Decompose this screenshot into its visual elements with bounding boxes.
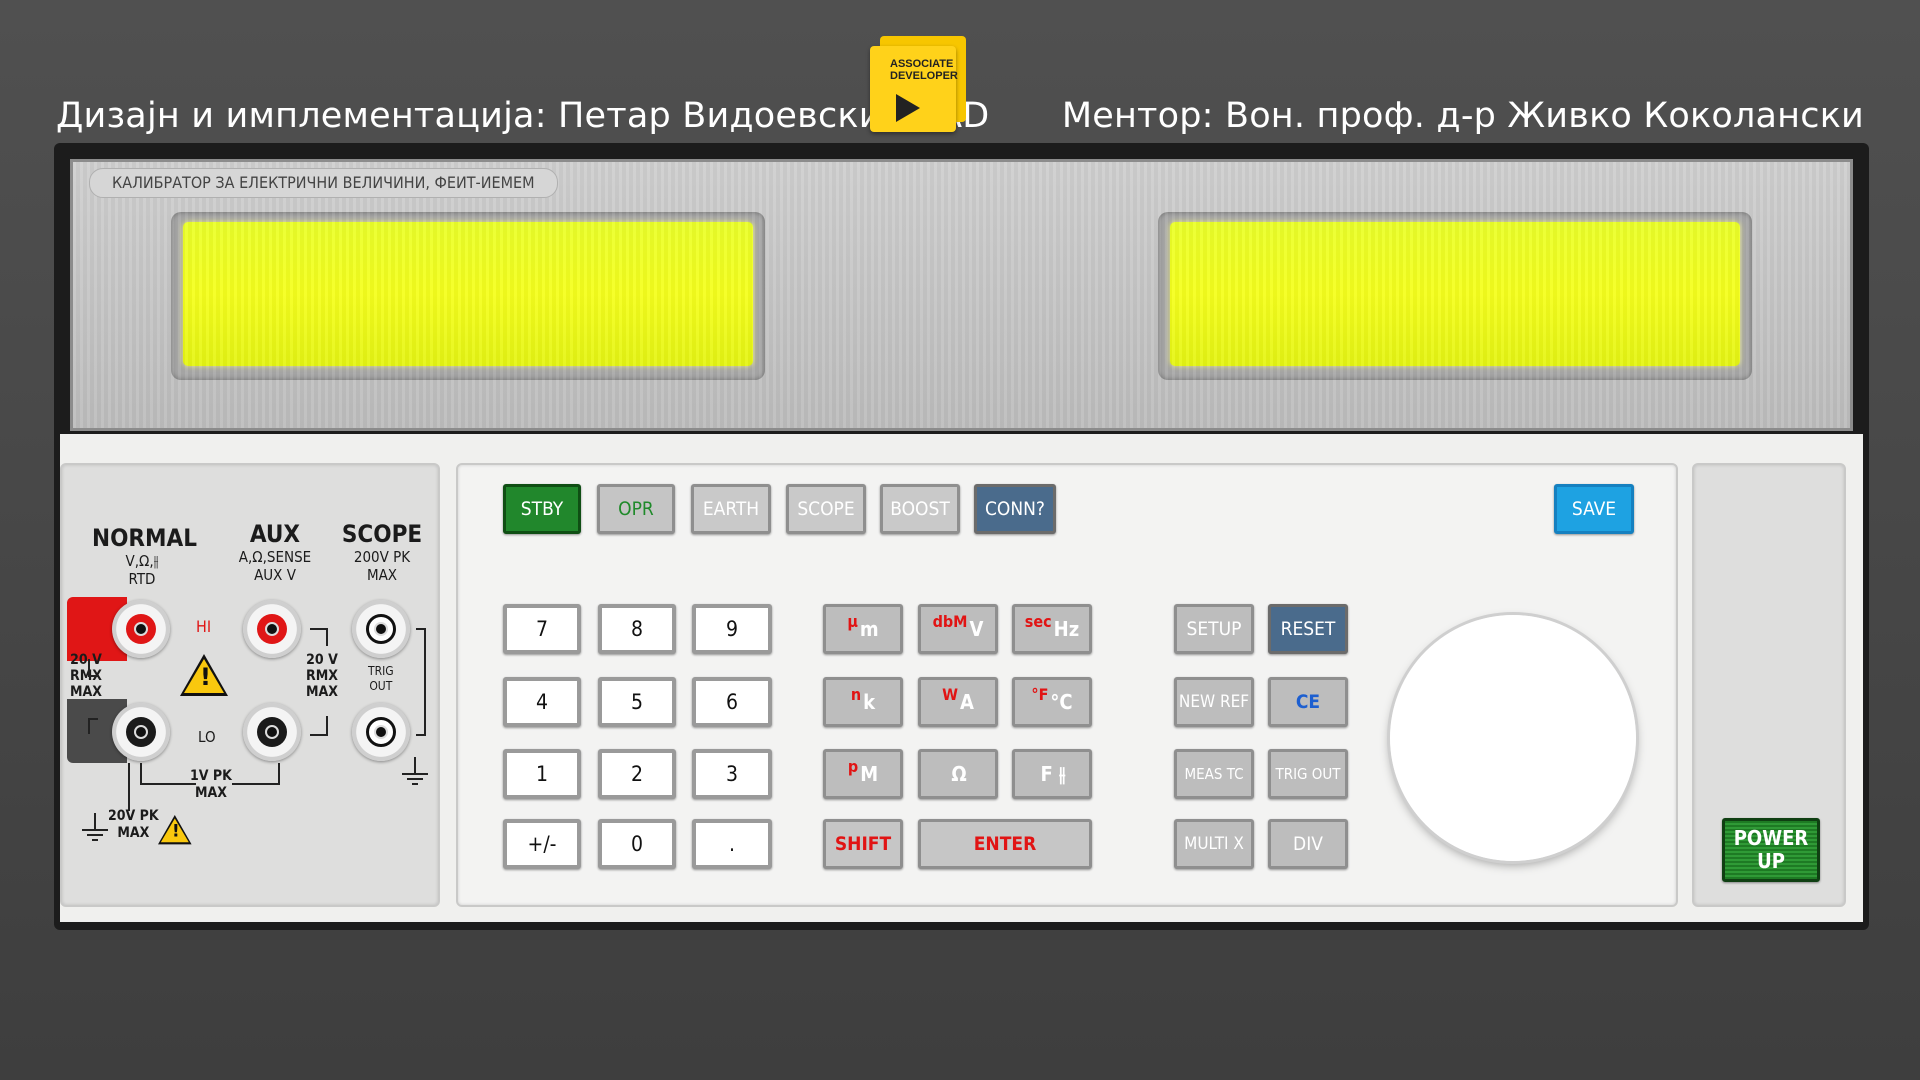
key-0[interactable]: 0 [598, 819, 676, 869]
key-plus-minus[interactable]: +/- [503, 819, 581, 869]
normal-terminal-label: NORMAL V,Ω,⫲ RTD [92, 524, 198, 588]
key-4[interactable]: 4 [503, 677, 581, 727]
key-9[interactable]: 9 [692, 604, 772, 654]
play-icon [896, 94, 920, 122]
right-display-frame [1158, 212, 1752, 380]
key-2[interactable]: 2 [598, 749, 676, 799]
normal-lo-jack[interactable] [112, 703, 170, 761]
logo-text: ASSOCIATE DEVELOPER [890, 58, 958, 82]
new-ref-button[interactable]: NEW REF [1174, 677, 1254, 727]
unit-button-nano-kilo[interactable]: nk [823, 677, 903, 727]
shift-button[interactable]: SHIFT [823, 819, 903, 869]
ground-rating: 20V PK MAX [108, 808, 159, 841]
mentor-credit: Ментор: Вон. проф. д-р Живко Коколански [1061, 96, 1864, 136]
normal-hi-jack[interactable] [112, 600, 170, 658]
rotary-knob[interactable] [1390, 615, 1636, 861]
key-1[interactable]: 1 [503, 749, 581, 799]
unit-button-dbm-volt[interactable]: dbM V [918, 604, 998, 654]
aux-hi-jack[interactable] [243, 600, 301, 658]
ce-button[interactable]: CE [1268, 677, 1348, 727]
unit-button-watt-amp[interactable]: WA [918, 677, 998, 727]
div-button[interactable]: DIV [1268, 819, 1348, 869]
meas-tc-button[interactable]: MEAS TC [1174, 749, 1254, 799]
scope-jack[interactable] [352, 600, 410, 658]
ground-icon [82, 813, 108, 841]
key-6[interactable]: 6 [692, 677, 772, 727]
right-display [1170, 222, 1740, 366]
setup-button[interactable]: SETUP [1174, 604, 1254, 654]
display-panel: КАЛИБРАТОР ЗА ЕЛЕКТРИЧНИ ВЕЛИЧИНИ, ФЕИТ-… [70, 159, 1853, 431]
scope-button[interactable]: SCOPE [786, 484, 866, 534]
aux-terminal-label: AUX A,Ω,SENSE AUX V [238, 520, 312, 584]
power-up-button[interactable]: POWER UP [1722, 818, 1820, 882]
opr-button[interactable]: OPR [597, 484, 675, 534]
key-8[interactable]: 8 [598, 604, 676, 654]
hi-label: HI [196, 617, 212, 636]
unit-button-farad[interactable]: F ⫲ [1012, 749, 1092, 799]
left-display-frame [171, 212, 765, 380]
multi-x-button[interactable]: MULTI X [1174, 819, 1254, 869]
trig-out-label: TRIG OUT [368, 664, 394, 693]
unit-button-micro-milli[interactable]: µm [823, 604, 903, 654]
author-credit: Дизајн и имплементација: Петар Видоевски… [56, 96, 990, 136]
left-display [183, 222, 753, 366]
unit-button-pico-mega[interactable]: pM [823, 749, 903, 799]
warning-icon: ! [180, 654, 228, 696]
lo-label: LO [198, 728, 216, 746]
earth-button[interactable]: EARTH [691, 484, 771, 534]
conn-button[interactable]: CONN? [974, 484, 1056, 534]
scope-terminal-label: SCOPE 200V PK MAX [341, 520, 423, 584]
clad-logo: ASSOCIATE DEVELOPER [870, 36, 966, 132]
brand-label: КАЛИБРАТОР ЗА ЕЛЕКТРИЧНИ ВЕЛИЧИНИ, ФЕИТ-… [89, 168, 558, 198]
reset-button[interactable]: RESET [1268, 604, 1348, 654]
aux-lo-jack[interactable] [243, 703, 301, 761]
unit-button-fahrenheit-celsius[interactable]: °F °C [1012, 677, 1092, 727]
bottom-rating: 1V PK MAX [190, 768, 232, 801]
save-button[interactable]: SAVE [1554, 484, 1634, 534]
unit-button-sec-hz[interactable]: sec Hz [1012, 604, 1092, 654]
stby-button[interactable]: STBY [503, 484, 581, 534]
enter-button[interactable]: ENTER [918, 819, 1092, 869]
aux-rating: 20 V RMX MAX [306, 652, 338, 700]
key-7[interactable]: 7 [503, 604, 581, 654]
warning-icon-small: ! [158, 815, 192, 845]
trig-out-button[interactable]: TRIG OUT [1268, 749, 1348, 799]
scope-ground-icon [402, 757, 428, 785]
key-3[interactable]: 3 [692, 749, 772, 799]
unit-button-ohm[interactable]: Ω [918, 749, 998, 799]
key-5[interactable]: 5 [598, 677, 676, 727]
boost-button[interactable]: BOOST [880, 484, 960, 534]
key-decimal[interactable]: . [692, 819, 772, 869]
trig-out-jack[interactable] [352, 703, 410, 761]
